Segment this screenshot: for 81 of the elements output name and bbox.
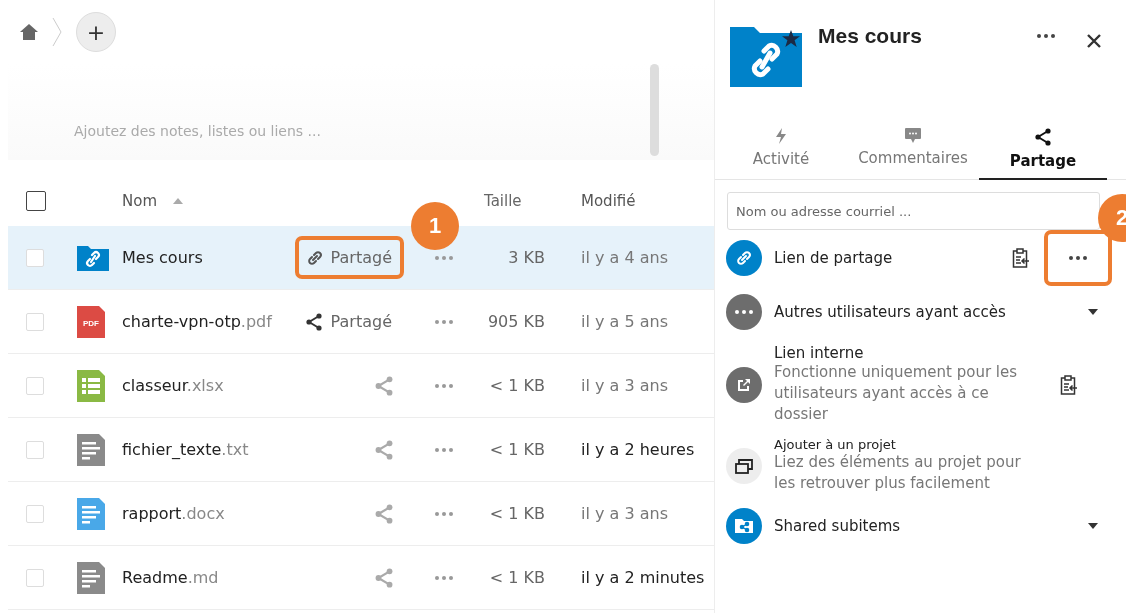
- close-icon[interactable]: [1087, 34, 1101, 48]
- file-size: < 1 KB: [488, 504, 545, 523]
- entry-title: Autres utilisateurs ayant accès: [774, 303, 1007, 321]
- scrollbar[interactable]: [650, 64, 659, 156]
- file-name[interactable]: charte-vpn-otp.pdf: [122, 312, 274, 331]
- pdf-icon: PDF: [77, 305, 105, 338]
- modified-date: il y a 2 heures: [581, 440, 696, 459]
- tab[interactable]: Partage: [979, 124, 1107, 180]
- sort-icon[interactable]: [173, 198, 183, 204]
- document-icon: [77, 497, 105, 530]
- share-icon: [304, 312, 323, 331]
- row-checkbox[interactable]: [26, 568, 44, 587]
- file-size: < 1 KB: [488, 376, 545, 395]
- add-button[interactable]: +: [76, 12, 116, 52]
- file-row[interactable]: Readme.md < 1 KB il y a 2 minutes: [8, 546, 714, 610]
- modified-date: il y a 4 ans: [581, 248, 669, 267]
- column-header[interactable]: Taille: [484, 192, 545, 210]
- callout-badge: 1: [411, 202, 459, 250]
- modified-date: il y a 5 ans: [581, 312, 669, 331]
- entry-title: Shared subitems: [774, 517, 902, 535]
- lightning-icon: [775, 128, 787, 144]
- modified-date: il y a 3 ans: [581, 376, 669, 395]
- notes-field[interactable]: Ajoutez des notes, listes ou liens ...: [74, 119, 494, 143]
- tab[interactable]: Commentaires: [847, 124, 979, 180]
- file-name[interactable]: rapport.docx: [122, 504, 274, 523]
- share-icon: [374, 503, 394, 524]
- document-icon: [77, 561, 105, 594]
- home-icon[interactable]: [20, 24, 38, 40]
- row-checkbox[interactable]: [26, 376, 44, 395]
- more-avatar: [726, 294, 762, 330]
- more-icon[interactable]: [1037, 34, 1055, 38]
- entry-title: Lien de partage: [774, 249, 894, 267]
- shared-folder-avatar: [726, 508, 762, 544]
- entry-description: Liez des éléments au projet pour les retrouver plus facilement: [774, 452, 1022, 494]
- file-size: 3 KB: [507, 248, 545, 267]
- shared-button[interactable]: Partagé: [294, 236, 404, 279]
- windows-avatar: [726, 447, 762, 484]
- document-icon: [77, 433, 105, 466]
- entry-description: Fonctionne uniquement pour les utilisateurs ayant accès à ce dossier: [774, 362, 1019, 425]
- share-icon: [374, 567, 394, 588]
- star-icon[interactable]: [782, 30, 800, 48]
- tab[interactable]: Activité: [715, 124, 847, 180]
- link-icon: [736, 250, 752, 266]
- file-name[interactable]: Mes cours: [122, 248, 274, 267]
- row-checkbox[interactable]: [26, 504, 44, 523]
- file-size: < 1 KB: [488, 568, 545, 587]
- file-row[interactable]: rapport.docx < 1 KB il y a 3 ans: [8, 482, 714, 546]
- file-name[interactable]: fichier_texte.txt: [122, 440, 274, 459]
- entry-title: Ajouter à un projet: [774, 437, 897, 452]
- row-checkbox[interactable]: [26, 248, 44, 267]
- comment-icon: [905, 128, 921, 143]
- column-header[interactable]: Modifié: [581, 192, 721, 210]
- column-header[interactable]: Nom: [122, 192, 157, 210]
- modified-date: il y a 2 minutes: [581, 568, 706, 587]
- share-icon: [374, 375, 394, 396]
- file-name[interactable]: classeur.xlsx: [122, 376, 274, 395]
- file-row[interactable]: PDF charte-vpn-otp.pdf Partagé 905 KB il y a 5 ans: [8, 290, 714, 354]
- file-row[interactable]: fichier_texte.txt < 1 KB il y a 2 heures: [8, 418, 714, 482]
- more-icon[interactable]: [1069, 256, 1087, 260]
- search-field[interactable]: Nom ou adresse courriel ...: [727, 192, 1100, 230]
- sidebar-title: Mes cours: [818, 24, 923, 48]
- select-all-checkbox[interactable]: [26, 191, 46, 211]
- caret-icon[interactable]: [1088, 309, 1098, 315]
- row-checkbox[interactable]: [26, 312, 44, 331]
- spreadsheet-icon: [77, 369, 105, 402]
- link-icon: [306, 249, 323, 266]
- external-link-avatar: [726, 366, 762, 403]
- file-name[interactable]: Readme.md: [122, 568, 274, 587]
- shared-button[interactable]: Partagé: [292, 304, 404, 339]
- modified-date: il y a 3 ans: [581, 504, 669, 523]
- file-row[interactable]: classeur.xlsx < 1 KB il y a 3 ans: [8, 354, 714, 418]
- share-icon: [1034, 128, 1052, 146]
- entry-title: Lien interne: [774, 344, 865, 362]
- file-size: 905 KB: [486, 312, 545, 331]
- file-size: < 1 KB: [488, 440, 545, 459]
- share-icon: [374, 439, 394, 460]
- breadcrumb-separator: [52, 17, 62, 47]
- folder-icon: [77, 244, 109, 271]
- caret-icon[interactable]: [1088, 523, 1098, 529]
- folder-icon: [730, 25, 802, 87]
- row-checkbox[interactable]: [26, 440, 44, 459]
